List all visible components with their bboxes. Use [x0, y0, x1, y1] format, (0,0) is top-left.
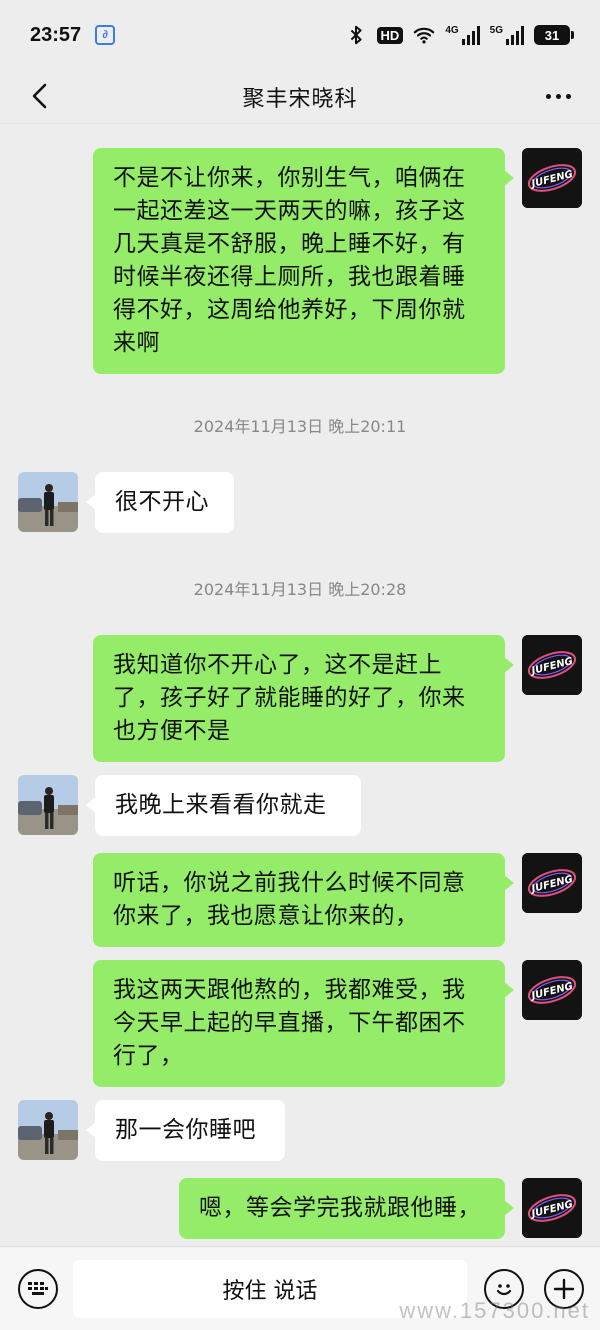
message-row: 那一会你睡吧 [0, 1100, 600, 1162]
more-options-button[interactable] [538, 78, 578, 114]
jufeng-logo-icon: JUFENG [522, 1178, 582, 1238]
status-bar: 23:57 ∂ HD 4G 5G 31 [0, 0, 600, 70]
keyboard-icon [28, 1282, 48, 1295]
message-bubble-sent[interactable]: 听话，你说之前我什么时候不同意你来了，我也愿意让你来的， [93, 853, 514, 947]
message-row: 嗯，等会学完我就跟他睡， JUFENG [0, 1178, 600, 1240]
message-bubble-sent[interactable]: 不是不让你来，你别生气，咱俩在一起还差这一天两天的嘛，孩子这几天真是不舒服，晚上… [93, 148, 514, 374]
message-bubble-received[interactable]: 我晚上来看看你就走 [86, 775, 361, 836]
contact-photo-icon [18, 472, 78, 532]
plus-icon [553, 1278, 575, 1300]
chat-title: 聚丰宋晓科 [242, 86, 358, 112]
chat-message-list[interactable]: 不是不让你来，你别生气，咱俩在一起还差这一天两天的嘛，孩子这几天真是不舒服，晚上… [0, 125, 600, 1245]
bluetooth-icon [350, 25, 362, 45]
app-notification-icon: ∂ [95, 25, 116, 45]
signal-4g-icon: 4G [445, 25, 480, 45]
status-time: 23:57 [30, 23, 82, 46]
message-bubble-sent[interactable]: 我知道你不开心了，这不是赶上了，孩子好了就能睡的好了，你来也方便不是 [93, 635, 514, 762]
contact-photo-icon [18, 775, 78, 835]
back-button[interactable] [22, 78, 58, 114]
avatar-self[interactable]: JUFENG [522, 148, 582, 208]
message-timestamp: 2024年11月13日 晚上20:11 [193, 417, 407, 436]
message-row: 不是不让你来，你别生气，咱俩在一起还差这一天两天的嘛，孩子这几天真是不舒服，晚上… [0, 148, 600, 374]
nav-bar: 聚丰宋晓科 [0, 70, 600, 124]
more-dot-icon [545, 93, 551, 99]
hd-badge: HD [376, 26, 404, 44]
more-dot-icon [565, 93, 571, 99]
message-row: 我这两天跟他熬的，我都难受，我今天早上起的早直播，下午都困不行了， JUFENG [0, 960, 600, 1087]
avatar-contact[interactable] [18, 472, 78, 532]
message-row: 我晚上来看看你就走 [0, 775, 600, 837]
message-row: 听话，你说之前我什么时候不同意你来了，我也愿意让你来的， JUFENG [0, 853, 600, 947]
jufeng-logo-icon: JUFENG [522, 853, 582, 913]
input-bar: 按住 说话 www.157300.net [0, 1246, 600, 1330]
message-row: 很不开心 [0, 472, 600, 534]
jufeng-logo-icon: JUFENG [522, 635, 582, 695]
jufeng-logo-icon: JUFENG [522, 960, 582, 1020]
chevron-left-icon [32, 83, 47, 109]
signal-5g-icon: 5G [490, 25, 524, 45]
message-bubble-received[interactable]: 很不开心 [86, 472, 234, 533]
avatar-contact[interactable] [18, 775, 78, 835]
avatar-self[interactable]: JUFENG [522, 635, 582, 695]
jufeng-logo-icon: JUFENG [522, 148, 582, 208]
message-bubble-sent[interactable]: 我这两天跟他熬的，我都难受，我今天早上起的早直播，下午都困不行了， [93, 960, 514, 1087]
avatar-self[interactable]: JUFENG [522, 1178, 582, 1238]
status-icons: HD 4G 5G 31 [345, 24, 574, 46]
avatar-self[interactable]: JUFENG [522, 853, 582, 913]
battery-icon: 31 [534, 25, 574, 45]
avatar-self[interactable]: JUFENG [522, 960, 582, 1020]
avatar-contact[interactable] [18, 1100, 78, 1160]
message-row: 我知道你不开心了，这不是赶上了，孩子好了就能睡的好了，你来也方便不是 JUFEN… [0, 635, 600, 762]
contact-photo-icon [18, 1100, 78, 1160]
site-watermark: www.157300.net [399, 1298, 590, 1323]
message-timestamp: 2024年11月13日 晚上20:28 [193, 580, 407, 599]
more-dot-icon [555, 93, 561, 99]
wifi-icon [414, 27, 435, 44]
keyboard-toggle-button[interactable] [18, 1269, 58, 1309]
message-bubble-received[interactable]: 那一会你睡吧 [86, 1100, 285, 1161]
message-bubble-sent[interactable]: 嗯，等会学完我就跟他睡， [179, 1178, 514, 1239]
